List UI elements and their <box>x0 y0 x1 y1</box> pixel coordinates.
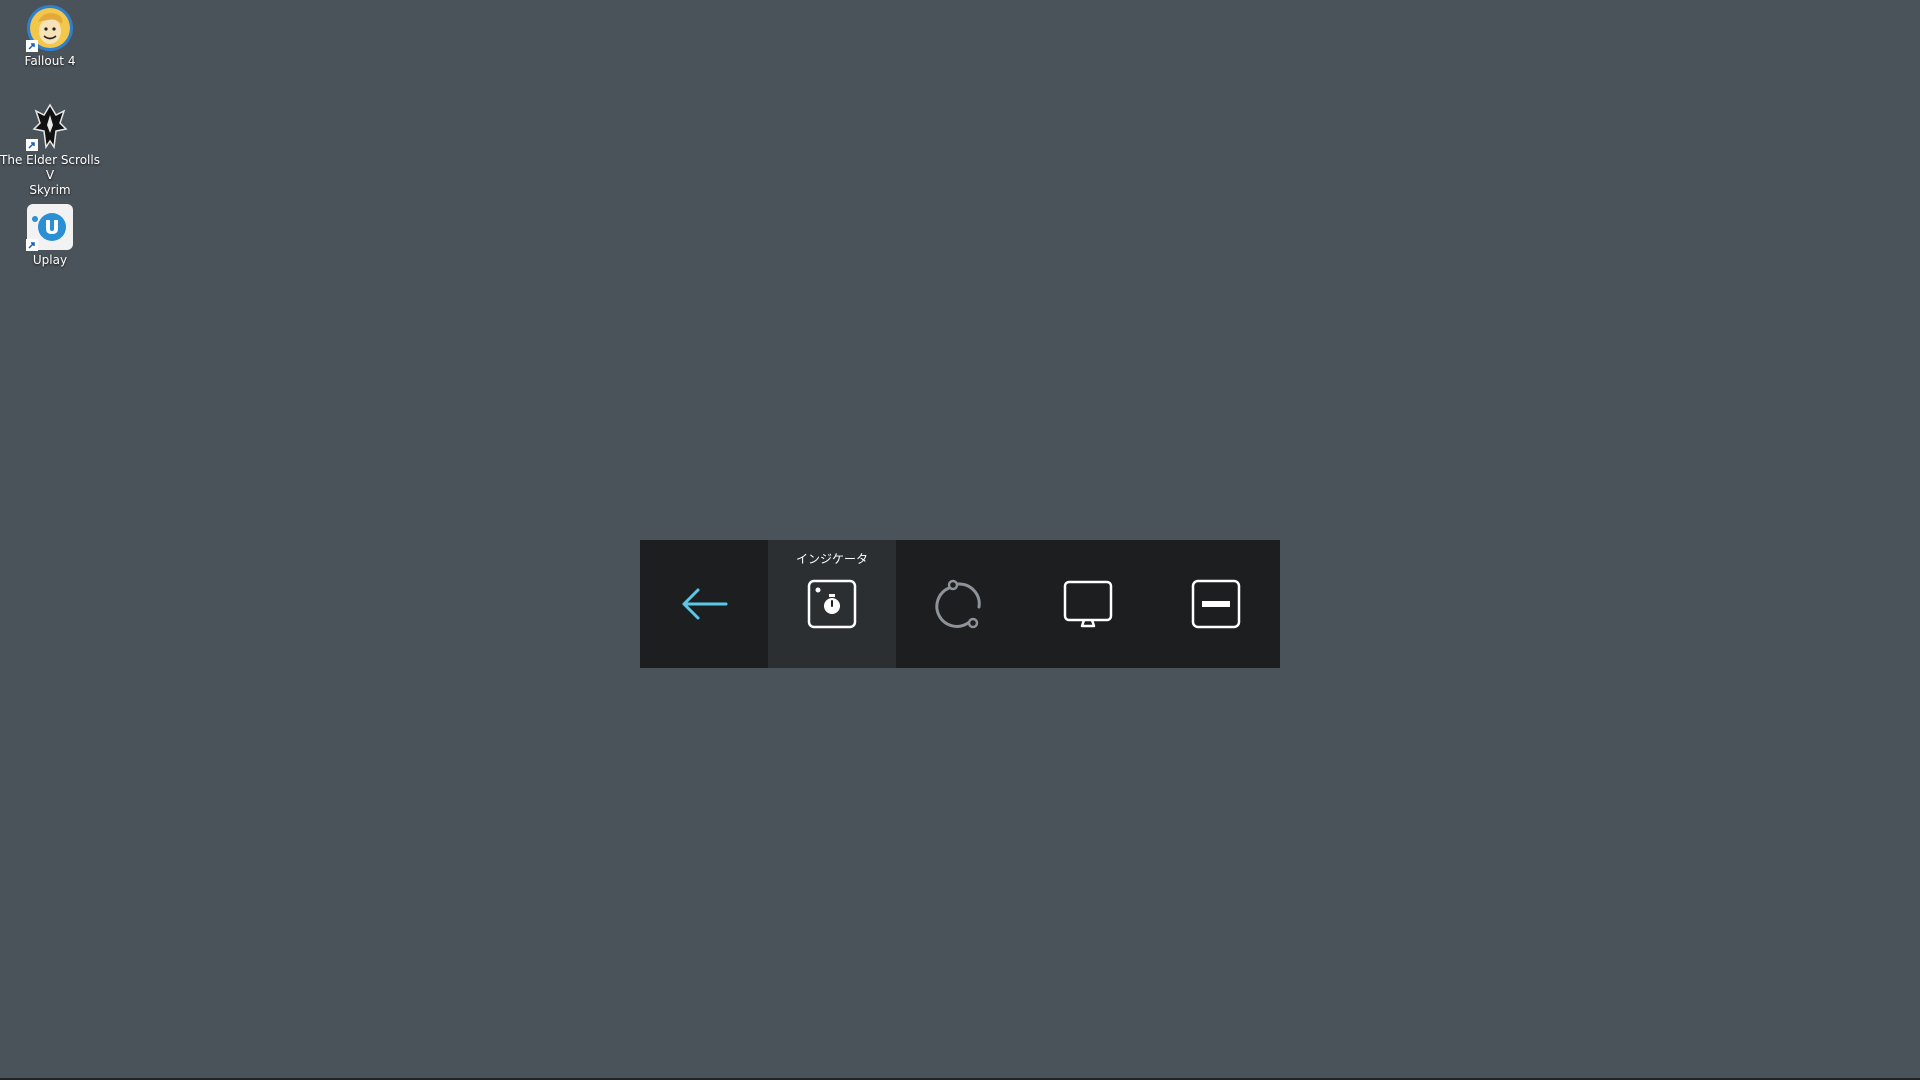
minimize-button[interactable] <box>1152 540 1280 668</box>
monitor-icon <box>1063 580 1113 628</box>
overlay-toolbar: インジケータ <box>640 540 1280 668</box>
display-button[interactable] <box>1024 540 1152 668</box>
desktop-icon-label: Fallout 4 <box>24 54 76 68</box>
desktop-icon-label: Uplay <box>32 253 68 267</box>
desktop-icon-skyrim[interactable]: The Elder Scrolls V Skyrim <box>0 103 100 198</box>
back-button[interactable] <box>640 540 768 668</box>
stopwatch-indicator-icon <box>807 579 857 629</box>
indicator-tooltip: インジケータ <box>795 552 868 566</box>
desktop-icon-fallout-4[interactable]: Fallout 4 <box>0 4 100 69</box>
uplay-icon <box>26 203 74 251</box>
skyrim-dragon-icon <box>26 103 74 151</box>
desktop-icon-label: The Elder Scrolls V Skyrim <box>0 153 100 197</box>
sync-cycle-icon <box>935 579 981 629</box>
fallout-vault-boy-icon <box>26 4 74 52</box>
indicator-button[interactable]: インジケータ <box>768 540 896 668</box>
arrow-left-icon <box>682 588 728 620</box>
minus-box-icon <box>1191 579 1241 629</box>
desktop-icon-uplay[interactable]: Uplay <box>0 203 100 268</box>
sync-button[interactable] <box>896 540 1024 668</box>
